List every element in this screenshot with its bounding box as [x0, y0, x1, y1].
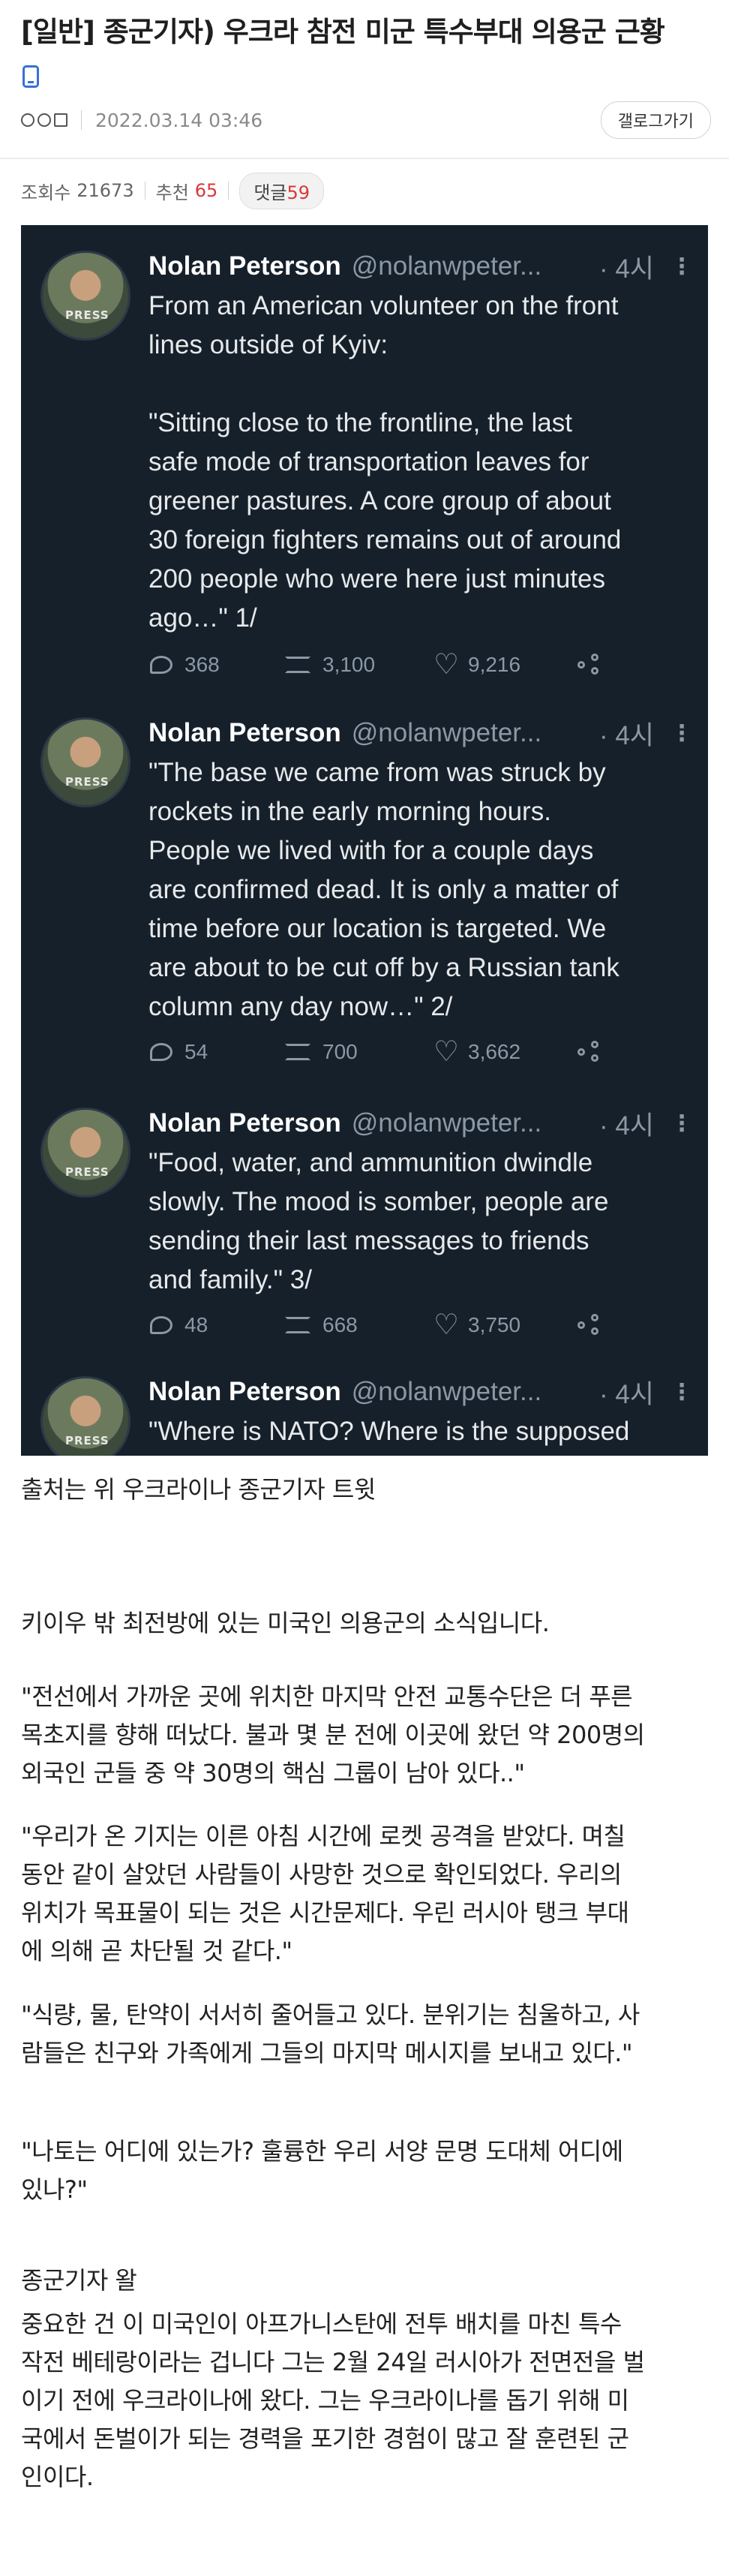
- tweet-author-name: Nolan Peterson: [148, 1108, 341, 1138]
- retweet-count: 3,100: [322, 653, 376, 676]
- tweet-thread-image: PRESS Nolan Peterson @nolanwpeter... · 4…: [21, 225, 708, 1456]
- like-count: 3,750: [468, 1313, 521, 1336]
- quote-paragraph: "식량, 물, 탄약이 서서히 줄어들고 있다. 분위기는 침울하고, 사 람들…: [21, 2000, 640, 2067]
- tweet-time: · 4시: [598, 720, 654, 750]
- meta-divider: [81, 110, 82, 130]
- share-icon: [578, 1041, 603, 1063]
- nick-ring-icon: [38, 113, 51, 127]
- post-title-text: [일반] 종군기자) 우크라 참전 미군 특수부대 의용군 근황: [21, 16, 665, 48]
- more-icon: ⋮: [670, 1110, 693, 1137]
- retweet-count: 668: [322, 1313, 358, 1336]
- comment-button[interactable]: 댓글59: [239, 172, 325, 209]
- retweet-icon: [285, 657, 310, 673]
- tweet-actions: 368 3,100 9,216: [150, 648, 690, 681]
- fixed-nick-badge-icon: [54, 113, 68, 127]
- quote-paragraph: "전선에서 가까운 곳에 위치한 마지막 안전 교통수단은 더 푸른 목초지를 …: [21, 1682, 645, 1787]
- reply-icon: [150, 1043, 172, 1061]
- tweet: PRESS Nolan Peterson @nolanwpeter... · 4…: [21, 246, 708, 689]
- tweet-reply: 54: [150, 1040, 285, 1064]
- reply-count: 48: [184, 1313, 208, 1336]
- like-count: 9,216: [468, 653, 521, 676]
- like-icon: [434, 648, 459, 681]
- tweet-actions: 54 700 3,662: [150, 1035, 690, 1069]
- tweet-header: Nolan Peterson @nolanwpeter... · 4시 ⋮: [148, 1103, 693, 1144]
- tweet-like: 3,662: [434, 1035, 578, 1069]
- comment-count: 59: [286, 182, 310, 203]
- tweet-retweet: 700: [285, 1040, 435, 1064]
- like-icon: [434, 1308, 459, 1342]
- views-count: 21673: [76, 180, 134, 201]
- tweet-header: Nolan Peterson @nolanwpeter... · 4시 ⋮: [148, 246, 693, 287]
- tweet-time: · 4시: [598, 1379, 654, 1409]
- tweet-retweet: 668: [285, 1313, 435, 1337]
- quote-paragraph: "우리가 온 기지는 이른 아침 시간에 로켓 공격을 받았다. 며칠 동안 같…: [21, 1822, 629, 1965]
- reporter-paragraph: 중요한 건 이 미국인이 아프가니스탄에 전투 배치를 마친 특수 작전 베테랑…: [21, 2310, 645, 2491]
- more-icon: ⋮: [670, 1378, 693, 1405]
- tweet-share: [578, 1041, 603, 1063]
- post-stats: 조회수 21673 추천 65 댓글59: [21, 171, 325, 210]
- avatar: PRESS: [40, 1108, 130, 1198]
- reply-icon: [150, 656, 172, 674]
- comment-label: 댓글: [254, 182, 287, 203]
- source-line: 출처는 위 우크라이나 종군기자 트윗: [21, 1475, 376, 1504]
- reply-count: 368: [184, 653, 220, 676]
- avatar: PRESS: [40, 1376, 130, 1456]
- tweet-text: "Food, water, and ammunition dwindle slo…: [148, 1148, 609, 1294]
- tweet-share: [578, 1314, 603, 1336]
- tweet-retweet: 3,100: [285, 653, 435, 677]
- more-icon: ⋮: [670, 253, 693, 280]
- header-divider: [0, 158, 729, 159]
- stats-divider: [228, 182, 230, 200]
- avatar: PRESS: [40, 251, 130, 341]
- tweet-share: [578, 654, 603, 676]
- like-icon: [434, 1035, 459, 1069]
- tweet-author-name: Nolan Peterson: [148, 718, 341, 747]
- tweet: PRESS Nolan Peterson @nolanwpeter... · 4…: [21, 713, 708, 1073]
- tweet: PRESS Nolan Peterson @nolanwpeter... · 4…: [21, 1103, 708, 1351]
- reply-icon: [150, 1316, 172, 1334]
- tweet-time: · 4시: [598, 254, 654, 284]
- tweet-text: "The base we came from was struck by roc…: [148, 758, 620, 1021]
- author-nick[interactable]: [21, 113, 68, 127]
- tweet-author-name: Nolan Peterson: [148, 251, 341, 281]
- tweet-like: 3,750: [434, 1308, 578, 1342]
- post-meta: 2022.03.14 03:46 갤로그가기: [21, 101, 711, 139]
- reporter-heading: 종군기자 왈: [21, 2266, 137, 2295]
- retweet-icon: [285, 1044, 310, 1060]
- tweet-actions: 48 668 3,750: [150, 1308, 690, 1342]
- tweet-author-handle: @nolanwpeter...: [351, 718, 542, 747]
- tweet-header: Nolan Peterson @nolanwpeter... · 4시 ⋮: [148, 713, 693, 753]
- tweet-author-handle: @nolanwpeter...: [351, 1377, 542, 1406]
- recommend-label: 추천: [155, 182, 189, 203]
- phone-emoji-icon: [22, 65, 39, 88]
- intro-paragraph: 키이우 밖 최전방에 있는 미국인 의용군의 소식입니다.: [21, 1609, 550, 1637]
- tweet-author-name: Nolan Peterson: [148, 1377, 341, 1406]
- tweet-text: From an American volunteer on the front …: [148, 291, 622, 633]
- tweet-like: 9,216: [434, 648, 578, 681]
- retweet-icon: [285, 1317, 310, 1333]
- post-title: [일반] 종군기자) 우크라 참전 미군 특수부대 의용군 근황: [21, 11, 718, 98]
- tweet-reply: 368: [150, 653, 285, 677]
- quote-paragraph: "나토는 어디에 있는가? 훌륭한 우리 서양 문명 도대체 어디에 있나?": [21, 2137, 623, 2204]
- tweet: PRESS Nolan Peterson @nolanwpeter... · 4…: [21, 1372, 708, 1456]
- views-label: 조회수: [21, 182, 71, 203]
- like-count: 3,662: [468, 1040, 521, 1063]
- recommend-count: 65: [194, 180, 218, 201]
- gallog-button[interactable]: 갤로그가기: [600, 101, 711, 139]
- avatar: PRESS: [40, 717, 130, 807]
- nick-ring-icon: [21, 113, 34, 127]
- tweet-text: "Where is NATO? Where is the supposed: [148, 1417, 630, 1446]
- tweet-author-handle: @nolanwpeter...: [351, 1108, 542, 1138]
- share-icon: [578, 1314, 603, 1336]
- reply-count: 54: [184, 1040, 208, 1063]
- share-icon: [578, 654, 603, 676]
- tweet-reply: 48: [150, 1313, 285, 1337]
- stats-divider: [144, 182, 146, 200]
- post-date: 2022.03.14 03:46: [95, 109, 263, 131]
- tweet-time: · 4시: [598, 1111, 654, 1141]
- tweet-header: Nolan Peterson @nolanwpeter... · 4시 ⋮: [148, 1372, 693, 1412]
- retweet-count: 700: [322, 1040, 358, 1063]
- tweet-author-handle: @nolanwpeter...: [351, 251, 542, 281]
- more-icon: ⋮: [670, 720, 693, 747]
